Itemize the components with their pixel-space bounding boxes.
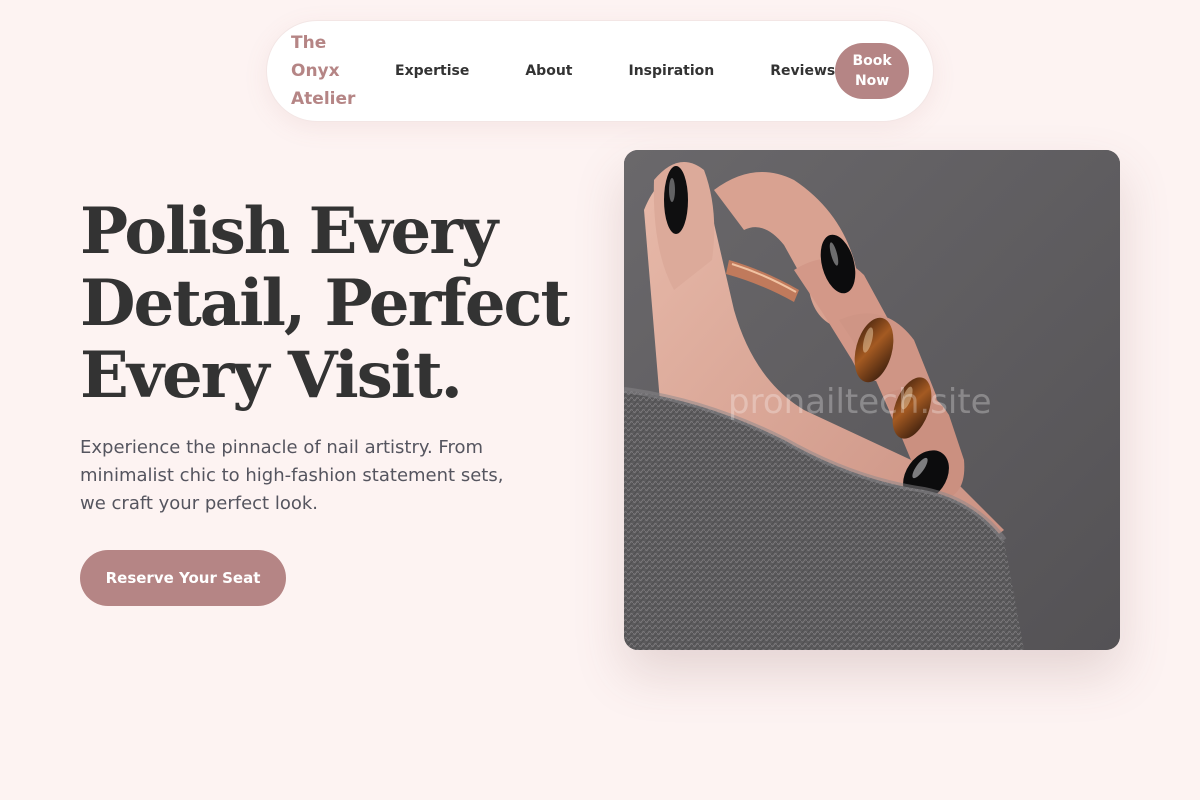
book-now-button[interactable]: Book Now <box>835 43 909 99</box>
top-nav: The Onyx Atelier Expertise About Inspira… <box>266 20 934 122</box>
manicure-photo <box>624 150 1120 650</box>
nav-links: Expertise About Inspiration Reviews <box>395 63 835 79</box>
nav-link-inspiration[interactable]: Inspiration <box>628 63 714 79</box>
nav-link-expertise[interactable]: Expertise <box>395 63 469 79</box>
hero-title: Polish Every Detail, Perfect Every Visit… <box>80 194 570 413</box>
reserve-seat-button[interactable]: Reserve Your Seat <box>80 550 286 606</box>
nav-link-about[interactable]: About <box>525 63 572 79</box>
hero-subtitle: Experience the pinnacle of nail artistry… <box>80 437 504 514</box>
brand-logo[interactable]: The Onyx Atelier <box>291 29 355 113</box>
hero-image: pronailtech.site <box>624 150 1120 650</box>
nav-link-reviews[interactable]: Reviews <box>770 63 835 79</box>
